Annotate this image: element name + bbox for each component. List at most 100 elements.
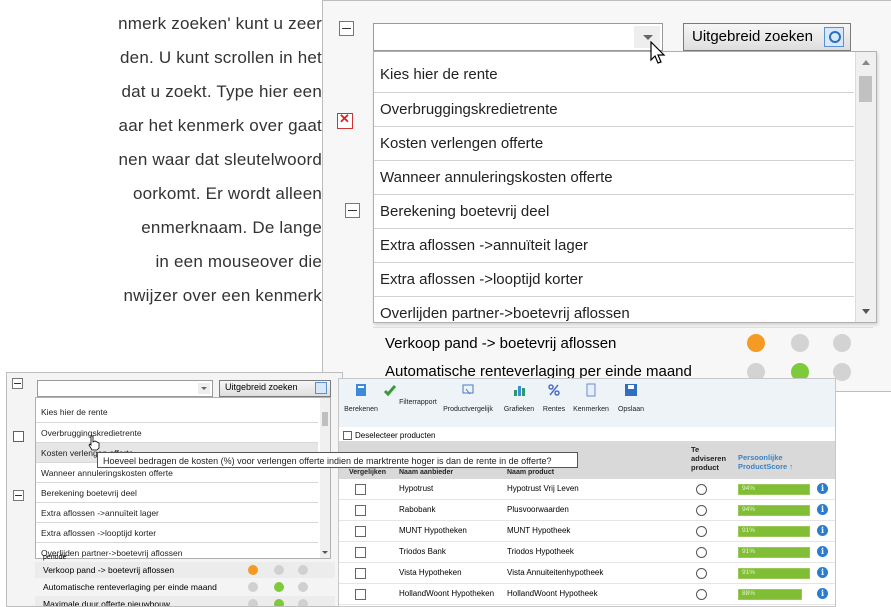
collapse-icon[interactable] [12, 378, 23, 389]
header-product: Naam product [507, 469, 555, 476]
compare-checkbox[interactable] [355, 484, 366, 495]
deselect-icon[interactable] [13, 431, 24, 442]
info-icon[interactable]: i [817, 567, 828, 578]
feature-row[interactable]: Verkoop pand -> boetevrij aflossen [35, 562, 335, 578]
percent-icon [548, 384, 560, 396]
status-dot[interactable] [298, 599, 308, 606]
compare-checkbox[interactable] [355, 589, 366, 600]
scroll-down-icon[interactable] [862, 309, 870, 314]
toolbar-button-calculate[interactable]: Berekenen [341, 383, 381, 413]
dropdown-item[interactable]: Extra aflossen ->annuïteit lager [36, 502, 318, 522]
product-name: Hypotrust Vrij Leven [507, 484, 579, 493]
product-name: Triodos Hypotheek [507, 547, 574, 556]
feature-search-combobox[interactable] [373, 23, 663, 51]
info-icon[interactable]: i [817, 483, 828, 494]
scroll-up-icon[interactable] [862, 60, 870, 65]
table-row[interactable]: Vista Hypotheken Vista Annuiteitenhypoth… [339, 563, 835, 584]
dropdown-scrollbar[interactable] [320, 398, 330, 558]
status-dot[interactable] [274, 599, 284, 606]
info-icon[interactable]: i [817, 588, 828, 599]
toolbar-button-compare[interactable]: Productvergelijk [437, 383, 499, 413]
advanced-search-button[interactable]: Uitgebreid zoeken [683, 23, 851, 51]
status-dot[interactable] [298, 565, 308, 575]
scroll-thumb[interactable] [322, 412, 328, 426]
advise-radio[interactable] [696, 568, 707, 579]
score-bar: 94% [738, 484, 810, 495]
product-name: Vista Annuiteitenhypotheek [507, 568, 604, 577]
table-row[interactable]: Hypotrust Hypotrust Vrij Leven 94% i [339, 479, 835, 500]
advise-radio[interactable] [696, 526, 707, 537]
dropdown-item[interactable]: Extra aflossen ->annuïteit lager [374, 228, 854, 262]
dropdown-item[interactable]: Extra aflossen ->looptijd korter [374, 262, 854, 296]
toolbar-label: Grafieken [503, 406, 535, 413]
zoomed-feature-search-panel: Uitgebreid zoeken Kies hier de rente Ove… [322, 0, 891, 392]
deselect-products-button[interactable]: Deselecteer producten [343, 431, 436, 441]
feature-row[interactable]: Maximale duur offerte nieuwbouw [35, 596, 335, 606]
calculator-icon [356, 384, 366, 396]
dropdown-scrollbar[interactable] [855, 52, 876, 322]
advise-radio[interactable] [696, 589, 707, 600]
deselect-label: Deselecteer producten [355, 431, 436, 440]
feature-search-combobox[interactable] [37, 380, 213, 397]
toolbar-button-charts[interactable]: Grafieken [499, 383, 539, 413]
collapse-icon[interactable] [13, 490, 24, 501]
advise-radio[interactable] [696, 484, 707, 495]
score-value: 88% [742, 590, 756, 597]
doc-line: nmerk zoeken' kunt u zeer [118, 14, 322, 33]
score-value: 94% [742, 485, 756, 492]
chevron-down-icon[interactable] [198, 383, 210, 394]
info-icon[interactable]: i [817, 525, 828, 536]
deselect-icon[interactable] [337, 111, 353, 129]
table-row[interactable]: Rabobank Plusvoorwaarden 94% i [339, 500, 835, 521]
toolbar-button-rates[interactable]: Rentes [539, 383, 569, 413]
mouse-cursor-icon [650, 41, 666, 64]
table-row[interactable]: MUNT Hypotheken MUNT Hypotheek 91% i [339, 521, 835, 542]
table-row[interactable]: HollandWoont Hypotheken HollandWoont Hyp… [339, 584, 835, 605]
dropdown-item[interactable]: Overbruggingskredietrente [374, 92, 854, 126]
feature-row[interactable]: Verkoop pand -> boetevrij aflossen [373, 327, 873, 358]
status-dot[interactable] [248, 565, 258, 575]
provider-name: MUNT Hypotheken [399, 526, 467, 535]
advise-radio[interactable] [696, 505, 707, 516]
dropdown-item[interactable]: Wanneer annuleringskosten offerte [374, 160, 854, 194]
dropdown-item[interactable]: Overbruggingskredietrente [36, 422, 318, 442]
status-dot[interactable] [274, 582, 284, 592]
toolbar-button-filter-report[interactable]: Filterrapport [383, 383, 437, 406]
feature-dropdown-list: Kies hier de rente Overbruggingskredietr… [35, 397, 331, 559]
score-value: 91% [742, 527, 756, 534]
status-dot[interactable] [791, 334, 809, 352]
dropdown-item[interactable]: Kosten verlengen offerte [374, 126, 854, 160]
info-icon[interactable]: i [817, 546, 828, 557]
score-bar: 91% [738, 526, 810, 537]
status-dot[interactable] [248, 599, 258, 606]
dropdown-item[interactable]: Berekening boetevrij deel [374, 194, 854, 228]
table-row[interactable]: Triodos Bank Triodos Hypotheek 91% i [339, 542, 835, 563]
status-dot[interactable] [248, 582, 258, 592]
compare-checkbox[interactable] [355, 505, 366, 516]
compare-checkbox[interactable] [355, 568, 366, 579]
compare-checkbox[interactable] [355, 526, 366, 537]
status-dot[interactable] [747, 334, 765, 352]
status-dot[interactable] [298, 582, 308, 592]
feature-row[interactable]: Automatische renteverlaging per einde ma… [35, 579, 335, 595]
dropdown-item[interactable]: Berekening boetevrij deel [36, 482, 318, 502]
compare-checkbox[interactable] [355, 547, 366, 558]
advanced-search-button[interactable]: Uitgebreid zoeken [219, 380, 331, 397]
dropdown-item[interactable]: Overlijden partner->boetevrij aflossen [374, 296, 854, 322]
collapse-icon[interactable] [345, 203, 360, 218]
toolbar-label: Berekenen [344, 406, 378, 413]
collapse-icon[interactable] [339, 21, 354, 36]
toolbar-button-save[interactable]: Opslaan [613, 383, 649, 413]
header-score[interactable]: Persoonlijke ProductScore ↑ [738, 453, 818, 471]
dropdown-item[interactable]: Kies hier de rente [36, 402, 318, 422]
dropdown-item[interactable]: Extra aflossen ->looptijd korter [36, 522, 318, 542]
dropdown-item[interactable]: Kies hier de rente [374, 58, 854, 92]
status-dot[interactable] [833, 334, 851, 352]
score-value: 91% [742, 569, 756, 576]
info-icon[interactable]: i [817, 504, 828, 515]
status-dot[interactable] [274, 565, 284, 575]
advanced-search-label: Uitgebreid zoeken [225, 382, 298, 392]
advise-radio[interactable] [696, 547, 707, 558]
scroll-thumb[interactable] [859, 76, 872, 102]
toolbar-button-features[interactable]: Kenmerken [569, 383, 613, 413]
